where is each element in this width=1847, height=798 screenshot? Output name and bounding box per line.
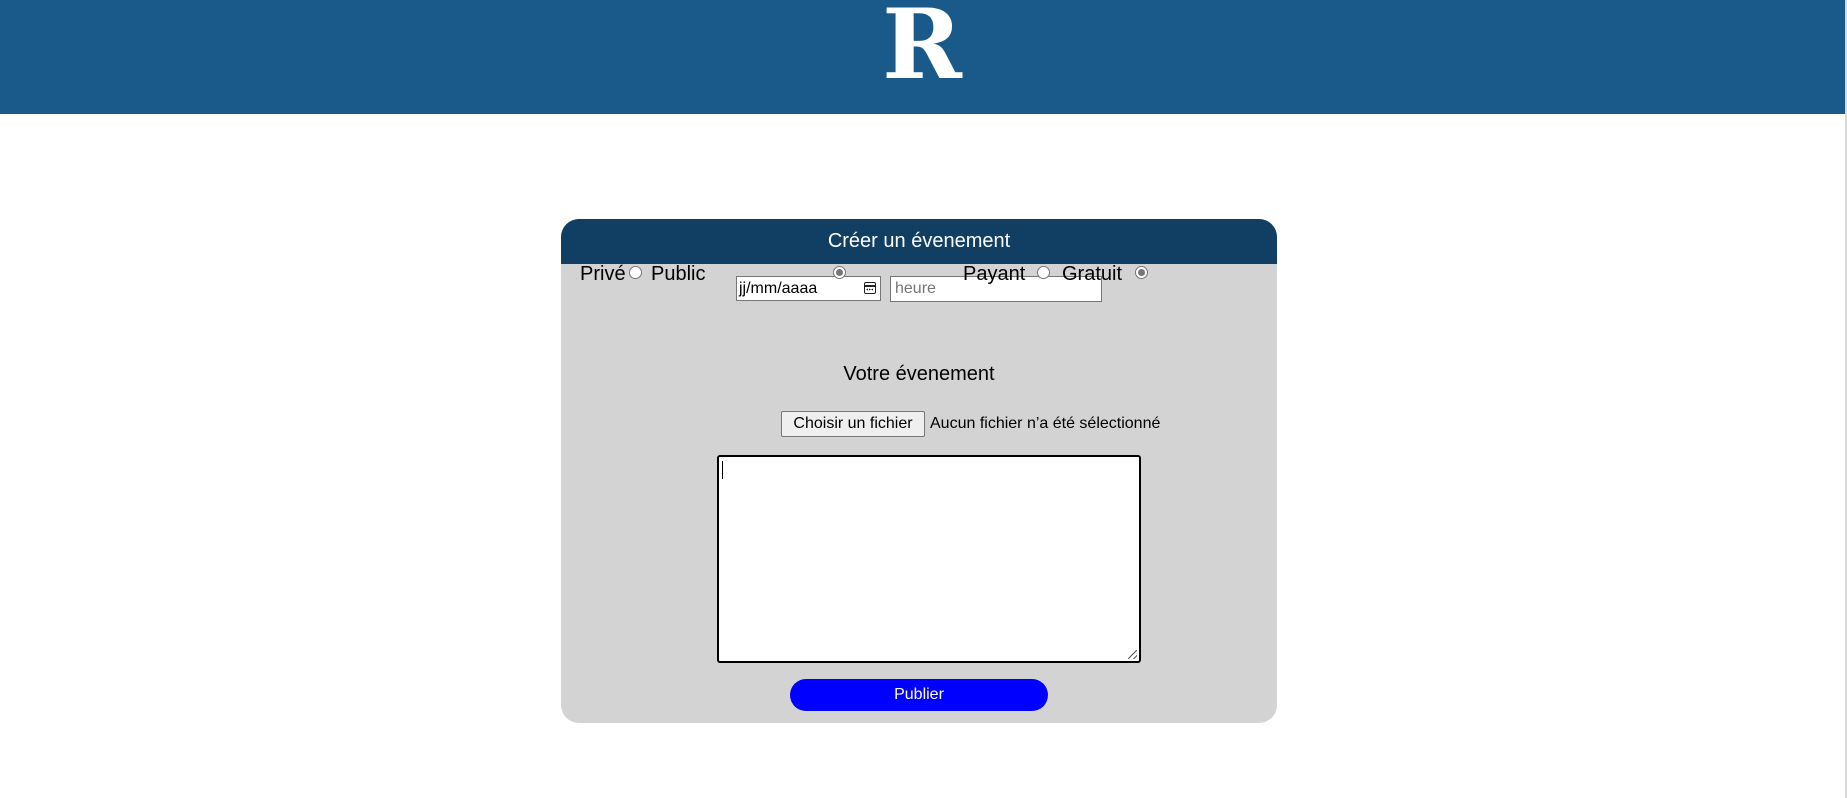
private-radio[interactable] — [629, 266, 642, 279]
free-radio[interactable] — [1135, 266, 1148, 279]
public-label: Public — [651, 263, 706, 285]
section-title: Votre évenement — [843, 363, 995, 385]
paid-radio[interactable] — [1037, 266, 1050, 279]
create-event-form: Créer un évenement jj/mm/aaaa Privé Publ… — [561, 219, 1277, 723]
form-title: Créer un évenement — [561, 219, 1277, 264]
calendar-icon[interactable] — [864, 282, 876, 294]
text-caret — [722, 461, 723, 479]
choose-file-button[interactable]: Choisir un fichier — [781, 411, 925, 437]
private-label: Privé — [580, 263, 626, 285]
page: R Créer un évenement jj/mm/aaaa Privé Pu… — [0, 0, 1847, 798]
resize-handle-icon[interactable] — [1128, 650, 1137, 659]
date-input-placeholder: jj/mm/aaaa — [739, 280, 818, 297]
event-description-textarea[interactable] — [717, 455, 1141, 663]
free-label: Gratuit — [1062, 263, 1123, 285]
public-radio[interactable] — [833, 266, 846, 279]
file-status: Aucun fichier n’a été sélectionné — [930, 415, 1161, 432]
date-input[interactable]: jj/mm/aaaa — [736, 276, 881, 301]
top-banner: R — [0, 0, 1845, 114]
publish-button[interactable]: Publier — [790, 679, 1048, 711]
site-logo[interactable]: R — [870, 0, 974, 93]
paid-label: Payant — [963, 263, 1026, 285]
